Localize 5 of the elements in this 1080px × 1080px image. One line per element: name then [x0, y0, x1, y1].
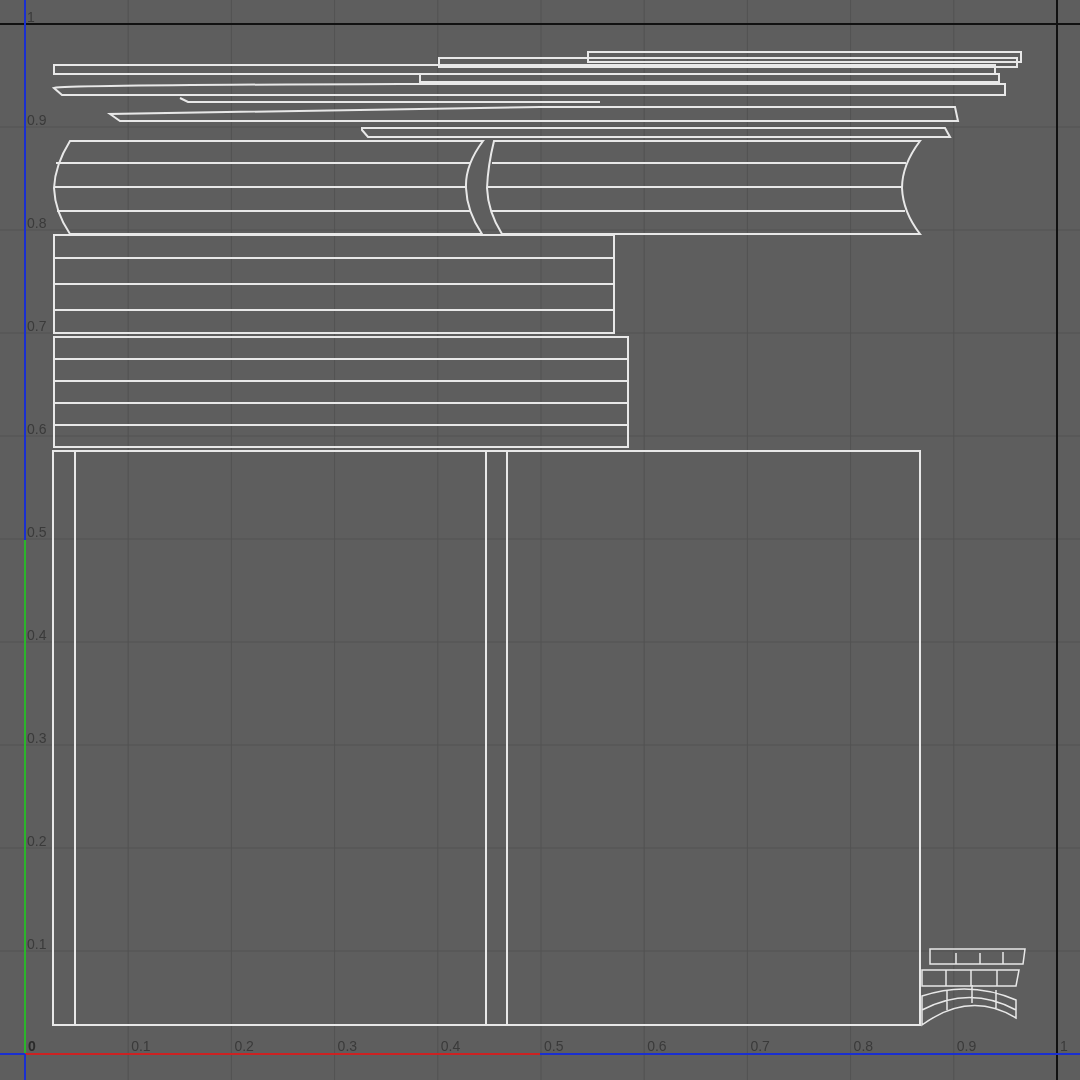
uv-shell[interactable] [53, 234, 615, 334]
uv-shell[interactable] [921, 948, 1026, 1026]
uv-shell[interactable] [53, 336, 629, 448]
uv-shell[interactable] [53, 140, 921, 235]
uv-shell[interactable] [53, 51, 1022, 138]
